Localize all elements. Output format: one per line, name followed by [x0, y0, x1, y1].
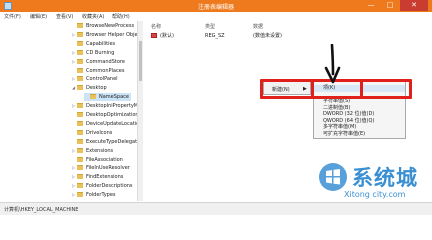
tree-item-label: BrowseNewProcess: [86, 23, 135, 29]
tree-item-label: Browser Helper Objects: [86, 31, 143, 38]
tree-item[interactable]: ▷ Extensions: [71, 147, 115, 155]
column-data[interactable]: 数据: [253, 23, 263, 30]
folder-icon: [77, 31, 83, 37]
tree-item[interactable]: ▷ FileInUseResolver: [71, 164, 132, 172]
tree-item-label: Desktop: [86, 85, 107, 92]
expand-arrow-icon[interactable]: ▷: [71, 58, 76, 66]
tree-item[interactable]: ▷ DesktopIniPropertyMap: [71, 102, 143, 110]
menu-edit[interactable]: 编辑(E): [30, 13, 47, 20]
expand-arrow-icon[interactable]: ▷: [71, 182, 76, 190]
folder-icon: [77, 76, 83, 82]
folder-icon: [77, 23, 83, 28]
folder-icon: [77, 174, 83, 180]
tree-item[interactable]: ▷ FindExtensions: [71, 173, 125, 181]
tree-item-label: DesktopOptimization: [86, 112, 139, 118]
expand-arrow-icon[interactable]: ▷: [71, 49, 76, 57]
folder-icon: [77, 183, 83, 189]
tree-item-label: ExecuteTypeDelegates: [86, 138, 143, 145]
tree-item[interactable]: ▷ FolderDescriptions: [71, 182, 135, 190]
tree-item-label: DeviceUpdateLocations: [86, 120, 143, 127]
minimize-button[interactable]: —: [362, 0, 380, 11]
tree-item[interactable]: Capabilities: [71, 40, 117, 48]
expand-arrow-icon[interactable]: ▷: [71, 173, 76, 181]
menu-favorites[interactable]: 收藏夹(A): [82, 13, 104, 20]
tree-item[interactable]: CommonPlaces: [71, 67, 126, 75]
tree-item[interactable]: ▷ FolderTypes: [71, 191, 118, 199]
windows-logo-icon: [319, 163, 347, 191]
value-data: (数值未设置): [253, 33, 282, 39]
folder-icon: [77, 103, 83, 109]
folder-icon: [77, 147, 83, 153]
tree-item-label: NameSpace: [99, 94, 129, 101]
tree-item[interactable]: ▷ CD Burning: [71, 49, 116, 57]
expand-arrow-icon[interactable]: ◢: [71, 84, 76, 92]
tree-item-label: DesktopIniPropertyMap: [86, 103, 143, 110]
tree-item-label: Capabilities: [86, 40, 116, 47]
tree-item-label: FileAssociation: [86, 156, 123, 163]
tree-item-label: CommandStore: [86, 58, 125, 65]
expand-arrow-icon[interactable]: ▷: [71, 31, 76, 39]
tree-item-label: Extensions: [86, 147, 114, 154]
folder-icon: [77, 40, 83, 46]
tree-item-label: FolderDescriptions: [86, 183, 133, 190]
tree-item[interactable]: DesktopOptimization: [71, 111, 141, 119]
folder-icon: [77, 156, 83, 162]
registry-tree[interactable]: BrowseNewProcess ▷ Browser Helper Objects C…: [0, 21, 143, 201]
maximize-button[interactable]: □: [381, 0, 399, 11]
tree-item-label: CD Burning: [86, 49, 115, 56]
folder-icon: [77, 138, 83, 144]
folder-icon: [77, 120, 83, 126]
folder-icon: [77, 49, 83, 55]
tree-item[interactable]: DeviceUpdateLocations: [71, 120, 143, 128]
close-button[interactable]: ✕: [400, 0, 428, 11]
menu-file[interactable]: 文件(F): [4, 13, 21, 20]
tree-item[interactable]: NameSpace: [84, 93, 131, 102]
expand-arrow-icon[interactable]: ▷: [71, 75, 76, 83]
scrollbar-thumb[interactable]: [139, 41, 142, 81]
value-name: (默认): [160, 33, 174, 39]
column-name[interactable]: 名称: [151, 23, 161, 30]
menu-help[interactable]: 帮助(H): [112, 13, 130, 20]
expand-arrow-icon[interactable]: ▷: [71, 102, 76, 110]
folder-icon: [77, 67, 83, 73]
tree-item-label: ControlPanel: [86, 76, 118, 83]
black-down-arrow-icon: [324, 44, 341, 84]
tree-item[interactable]: ◢ Desktop: [71, 84, 109, 92]
tree-item-label: CommonPlaces: [86, 67, 125, 74]
watermark-en: Xitong city.com: [344, 190, 406, 199]
folder-icon: [77, 112, 83, 117]
folder-icon: [90, 94, 96, 100]
column-type[interactable]: 类型: [205, 23, 215, 30]
title-bar: 注册表编辑器 — □ ✕: [0, 0, 432, 12]
menu-view[interactable]: 查看(V): [56, 13, 73, 20]
expand-arrow-icon[interactable]: ▷: [71, 191, 76, 199]
value-row[interactable]: (默认) REG_SZ (数值未设置): [143, 32, 432, 40]
folder-icon: [77, 129, 83, 135]
folder-icon: [77, 192, 83, 198]
tree-item[interactable]: BrowseNewProcess: [71, 22, 136, 30]
tree-item[interactable]: FileAssociation: [71, 156, 125, 164]
value-type: REG_SZ: [205, 33, 225, 39]
folder-icon: [77, 85, 83, 91]
tree-item[interactable]: ExecuteTypeDelegates: [71, 138, 143, 146]
tree-item[interactable]: ▷ CommandStore: [71, 58, 127, 66]
submenu-item-expandstring[interactable]: 可扩充字符串值(E): [314, 131, 405, 138]
tree-item-label: DriveIcons: [86, 129, 113, 136]
tree-item[interactable]: ▷ ControlPanel: [71, 75, 120, 83]
status-path: 计算机\HKEY_LOCAL_MACHINE: [4, 207, 79, 213]
folder-icon: [77, 58, 83, 64]
watermark-cn: 系统城: [352, 166, 418, 190]
tree-item[interactable]: ▷ Browser Helper Objects: [71, 31, 143, 39]
tree-item-label: FolderTypes: [86, 192, 116, 199]
reg-string-icon: [151, 33, 157, 38]
tree-item-label: FileInUseResolver: [86, 165, 130, 172]
folder-icon: [77, 165, 83, 171]
expand-arrow-icon[interactable]: ▷: [71, 164, 76, 172]
expand-arrow-icon[interactable]: ▷: [71, 147, 76, 155]
tree-item-label: FindExtensions: [86, 174, 124, 181]
tree-item[interactable]: DriveIcons: [71, 129, 114, 137]
watermark: 系统城 Xitong city.com: [318, 160, 430, 204]
